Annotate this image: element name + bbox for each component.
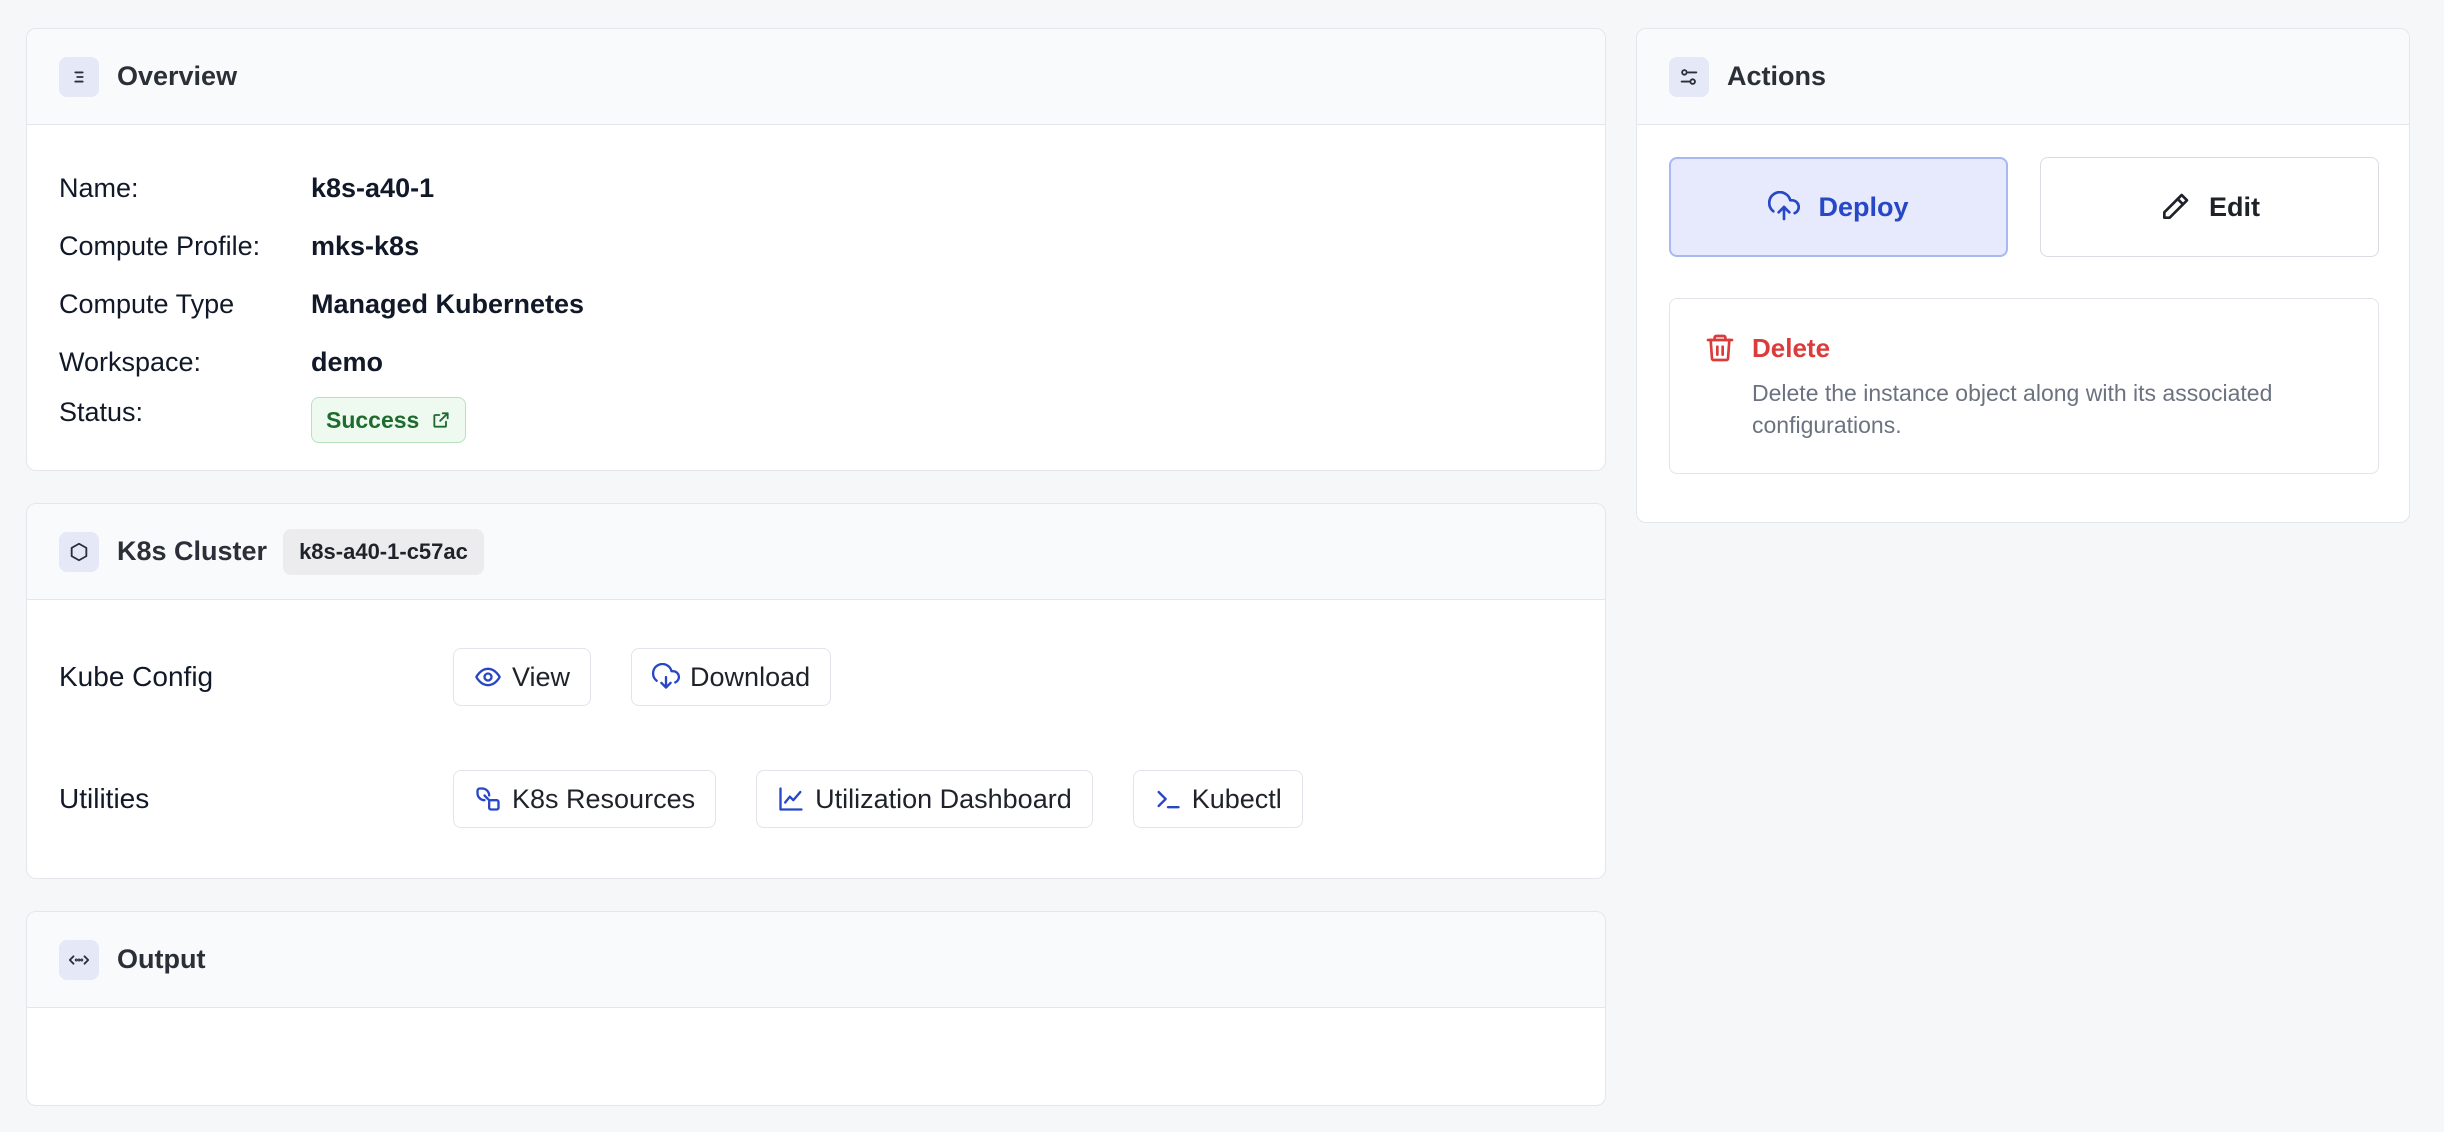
utilization-dashboard-button[interactable]: Utilization Dashboard xyxy=(756,770,1093,828)
actions-card: Actions Deploy Edit Delete Delete the in… xyxy=(1636,28,2410,523)
cloud-upload-icon xyxy=(1768,191,1801,221)
overview-list-icon xyxy=(59,56,99,97)
deploy-button[interactable]: Deploy xyxy=(1669,157,2008,257)
field-row-compute-profile: Compute Profile: mks-k8s xyxy=(59,217,1605,275)
download-label: Download xyxy=(690,661,811,692)
edit-label: Edit xyxy=(2209,191,2260,222)
deploy-label: Deploy xyxy=(1818,191,1909,222)
output-card: Output xyxy=(26,911,1606,1106)
edit-button[interactable]: Edit xyxy=(2040,157,2379,257)
field-label: Compute Profile: xyxy=(59,230,261,261)
overview-title: Overview xyxy=(117,61,238,91)
code-icon xyxy=(59,939,99,980)
kube-config-label: Kube Config xyxy=(59,661,214,692)
cluster-hexagon-icon xyxy=(59,531,99,572)
terminal-icon xyxy=(1157,790,1180,809)
field-label: Name: xyxy=(59,172,139,203)
output-header: Output xyxy=(27,912,1605,1008)
k8s-cluster-card: K8s Cluster k8s-a40-1-c57ac Kube Config … xyxy=(26,503,1606,879)
field-value: k8s-a40-1 xyxy=(311,172,435,203)
view-button[interactable]: View xyxy=(453,648,592,706)
sliders-icon xyxy=(1669,56,1709,97)
overview-header: Overview xyxy=(27,29,1605,125)
field-row-name: Name: k8s-a40-1 xyxy=(59,159,1605,217)
field-row-workspace: Workspace: demo xyxy=(59,333,1605,391)
chart-line-icon xyxy=(779,787,803,811)
kube-config-row: Kube Config View Download xyxy=(59,648,871,706)
utilities-label: Utilities xyxy=(59,783,150,814)
field-value: demo xyxy=(311,346,384,377)
delete-title: Delete xyxy=(1752,333,1831,363)
view-label: View xyxy=(512,661,571,692)
cluster-id-tag: k8s-a40-1-c57ac xyxy=(283,528,484,575)
field-value: mks-k8s xyxy=(311,230,420,261)
field-label: Workspace: xyxy=(59,346,202,377)
cluster-title: K8s Cluster xyxy=(117,536,268,566)
actions-title: Actions xyxy=(1727,61,1827,91)
cluster-header: K8s Cluster k8s-a40-1-c57ac xyxy=(27,504,1605,600)
overview-card: Overview Name: k8s-a40-1 Compute Profile… xyxy=(26,28,1606,471)
kubectl-button[interactable]: Kubectl xyxy=(1132,770,1303,828)
eye-icon xyxy=(475,667,501,687)
kubectl-label: Kubectl xyxy=(1191,783,1282,814)
field-row-status: Status: Success xyxy=(59,391,1605,449)
pencil-icon xyxy=(2163,193,2189,219)
utilities-row: Utilities K8s Resources Utilization Dash… xyxy=(59,770,1343,828)
delete-action[interactable]: Delete Delete the instance object along … xyxy=(1669,298,2379,474)
resources-icon xyxy=(476,787,500,811)
actions-header: Actions xyxy=(1637,29,2409,125)
trash-icon xyxy=(1706,334,1734,362)
delete-description: Delete the instance object along with it… xyxy=(1752,380,2273,438)
status-badge[interactable]: Success xyxy=(311,397,467,443)
k8s-resources-button[interactable]: K8s Resources xyxy=(453,770,717,828)
field-label: Status: xyxy=(59,397,144,427)
field-value: Managed Kubernetes xyxy=(311,288,585,319)
field-row-compute-type: Compute Type Managed Kubernetes xyxy=(59,275,1605,333)
status-text: Success xyxy=(326,406,420,433)
output-title: Output xyxy=(117,944,206,974)
download-button[interactable]: Download xyxy=(631,648,832,706)
utilization-dashboard-label: Utilization Dashboard xyxy=(815,783,1072,814)
external-link-icon xyxy=(433,412,449,428)
k8s-resources-label: K8s Resources xyxy=(512,783,696,814)
field-label: Compute Type xyxy=(59,288,235,319)
cloud-download-icon xyxy=(652,663,681,689)
